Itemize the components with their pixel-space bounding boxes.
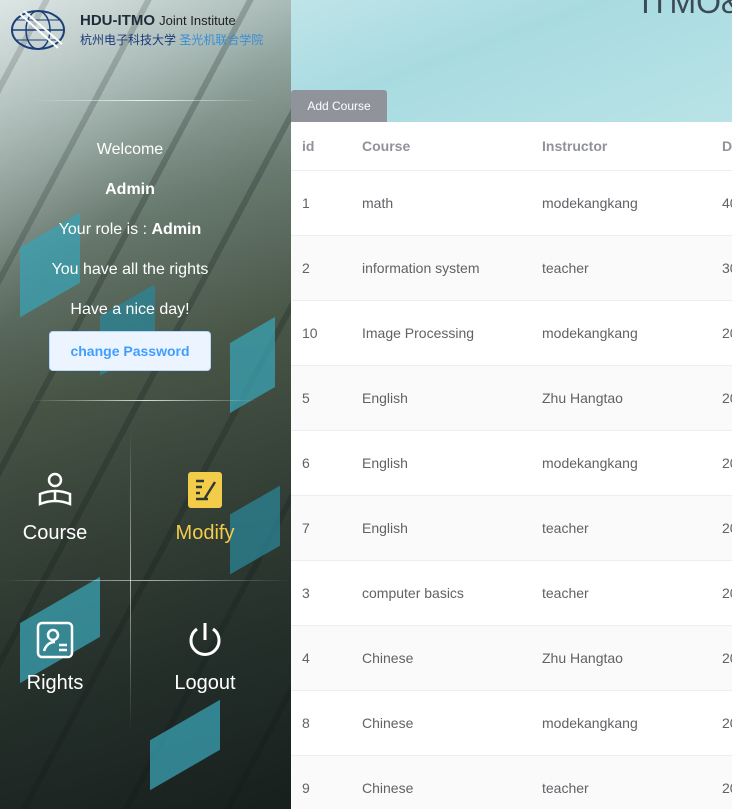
cell-instructor: teacher: [531, 495, 711, 561]
main-header: ITMO& Add Course: [291, 0, 732, 122]
edit-document-icon: [188, 472, 222, 508]
nav-logout[interactable]: Logout: [140, 620, 270, 740]
cell-d: 20: [711, 430, 732, 496]
cell-instructor: teacher: [531, 235, 711, 301]
cell-d: 20: [711, 300, 732, 366]
table-row[interactable]: 5EnglishZhu Hangtao20: [291, 365, 732, 431]
table-row[interactable]: 3computer basicsteacher20: [291, 560, 732, 626]
cell-instructor: modekangkang: [531, 170, 711, 236]
cell-id: 9: [291, 755, 351, 809]
cell-instructor: teacher: [531, 755, 711, 809]
background-window: [230, 317, 275, 413]
change-password-button[interactable]: change Password: [49, 331, 211, 371]
cell-course: math: [351, 170, 531, 236]
table-row[interactable]: 6Englishmodekangkang20: [291, 430, 732, 496]
cell-course: Image Processing: [351, 300, 531, 366]
cell-instructor: Zhu Hangtao: [531, 625, 711, 691]
user-book-icon: [38, 472, 72, 506]
rights-text: You have all the rights: [51, 261, 209, 278]
institute-logo: HDU-ITMO Joint Institute 杭州电子科技大学 圣光机联合学…: [10, 8, 263, 52]
logo-subtitle-blue: 圣光机联合学院: [179, 33, 264, 47]
nav-rights[interactable]: Rights: [0, 620, 120, 740]
column-header-instructor: Instructor: [531, 122, 711, 171]
cell-id: 1: [291, 170, 351, 236]
user-name: Admin: [105, 181, 155, 198]
welcome-panel: Welcome Admin Your role is : Admin You h…: [0, 130, 260, 330]
table-row[interactable]: 1mathmodekangkang40: [291, 170, 732, 236]
cell-instructor: modekangkang: [531, 690, 711, 756]
column-header-course: Course: [351, 122, 531, 171]
globe-logo-icon: [10, 8, 70, 52]
column-header-d: D: [711, 122, 732, 171]
cell-course: Chinese: [351, 625, 531, 691]
cell-d: 20: [711, 755, 732, 809]
cell-d: 40: [711, 170, 732, 236]
sidebar: HDU-ITMO Joint Institute 杭州电子科技大学 圣光机联合学…: [0, 0, 291, 809]
nav-modify[interactable]: Modify: [140, 470, 270, 590]
nav-course-label: Course: [22, 522, 88, 544]
table-row[interactable]: 2information systemteacher30: [291, 235, 732, 301]
cell-d: 20: [711, 690, 732, 756]
cell-id: 7: [291, 495, 351, 561]
cell-course: computer basics: [351, 560, 531, 626]
cell-id: 3: [291, 560, 351, 626]
divider: [30, 100, 260, 101]
user-role: Admin: [151, 221, 202, 238]
cell-instructor: modekangkang: [531, 430, 711, 496]
cell-id: 4: [291, 625, 351, 691]
cell-id: 2: [291, 235, 351, 301]
cell-course: Chinese: [351, 690, 531, 756]
user-badge-icon: [36, 621, 74, 659]
logo-title: HDU-ITMO: [80, 12, 155, 29]
power-icon: [189, 623, 221, 656]
course-table-container: id Course Instructor D 1 math modekangkang…: [291, 122, 732, 809]
cell-course: information system: [351, 235, 531, 301]
divider: [30, 400, 260, 401]
add-course-button[interactable]: Add Course: [291, 90, 387, 122]
table-row[interactable]: 4ChineseZhu Hangtao20: [291, 625, 732, 691]
cell-d: 30: [711, 235, 732, 301]
cell-course: English: [351, 495, 531, 561]
cell-d: 20: [711, 495, 732, 561]
nav-rights-label: Rights: [26, 672, 84, 694]
cell-d: 20: [711, 625, 732, 691]
cell-instructor: Zhu Hangtao: [531, 365, 711, 431]
cell-instructor: teacher: [531, 560, 711, 626]
cell-id: 6: [291, 430, 351, 496]
cell-id: 5: [291, 365, 351, 431]
nav-modify-label: Modify: [175, 522, 235, 544]
cell-course: English: [351, 365, 531, 431]
greeting-text: Have a nice day!: [70, 301, 190, 318]
table-row[interactable]: 10Image Processingmodekangkang20: [291, 300, 732, 366]
role-prefix: Your role is :: [58, 221, 152, 238]
logo-subtitle-dark: 杭州电子科技大学: [80, 33, 177, 47]
cell-course: Chinese: [351, 755, 531, 809]
nav-logout-label: Logout: [174, 672, 236, 694]
table-row[interactable]: 9Chineseteacher20: [291, 755, 732, 809]
cell-d: 20: [711, 560, 732, 626]
course-table: id Course Instructor D 1 math modekangkang…: [291, 122, 732, 809]
cell-instructor: modekangkang: [531, 300, 711, 366]
table-header-row: id Course Instructor D: [291, 122, 732, 171]
cell-course: English: [351, 430, 531, 496]
table-row[interactable]: 7Englishteacher20: [291, 495, 732, 561]
column-header-id: id: [291, 122, 351, 171]
welcome-text: Welcome: [96, 141, 164, 158]
table-row[interactable]: 8Chinesemodekangkang20: [291, 690, 732, 756]
cell-id: 10: [291, 300, 351, 366]
cell-d: 20: [711, 365, 732, 431]
logo-title-suffix: Joint Institute: [159, 13, 236, 28]
cell-id: 8: [291, 690, 351, 756]
page-title: ITMO&: [641, 0, 732, 20]
nav-course[interactable]: Course: [0, 470, 120, 590]
